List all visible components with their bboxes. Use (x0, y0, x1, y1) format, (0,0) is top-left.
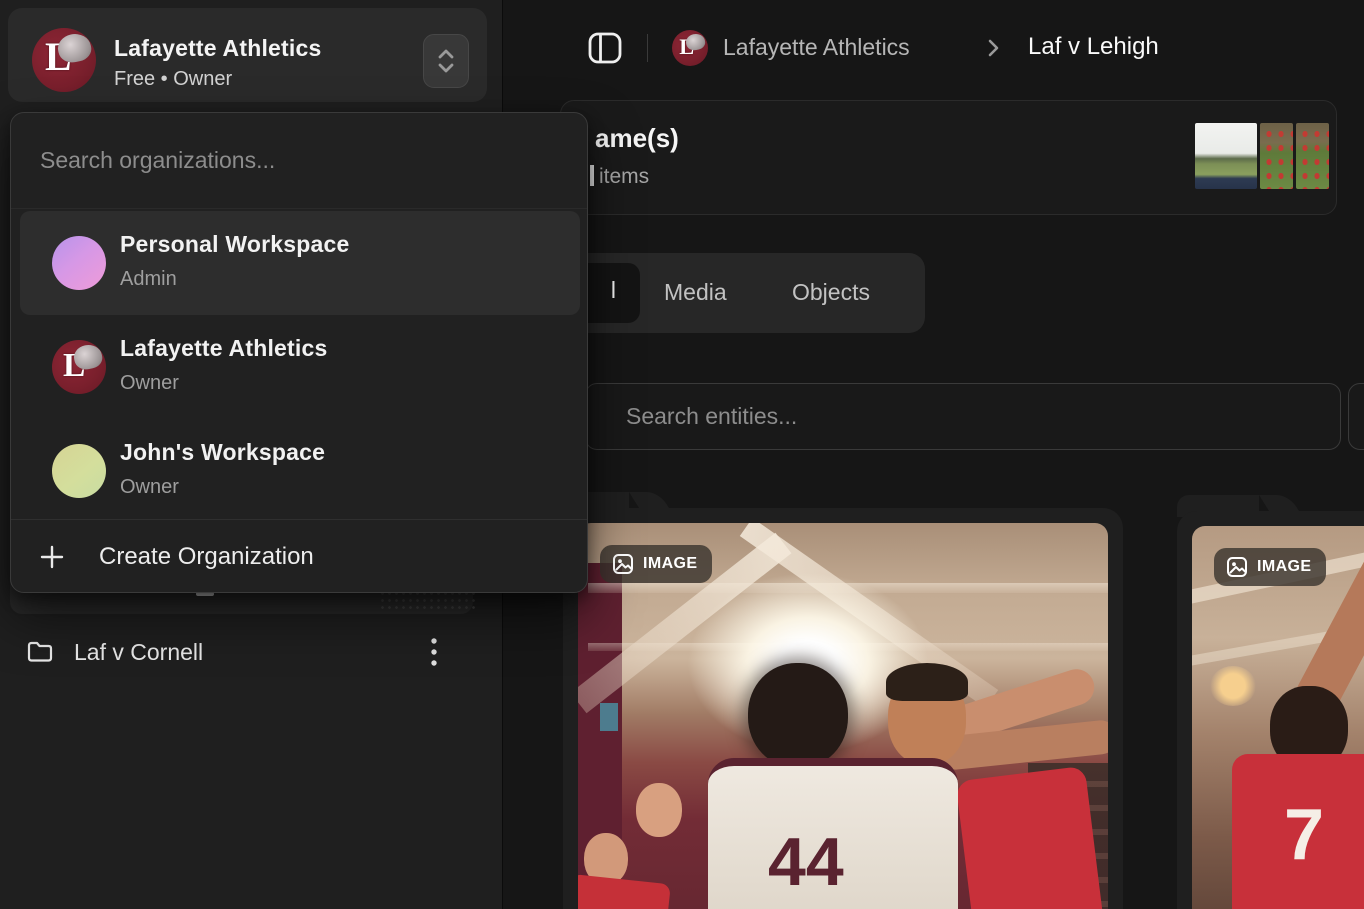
jersey-number-7: 7 (1284, 794, 1324, 876)
card-photo-basketball-dunk: 7 IMAGE (1192, 526, 1364, 909)
org-option-role: Owner (120, 476, 179, 499)
tab-all-label-fragment: l (611, 277, 616, 304)
sidebar-item-laf-v-cornell[interactable]: Laf v Cornell (10, 628, 490, 676)
breadcrumb-org-logo: L (672, 30, 708, 66)
org-option-name: Personal Workspace (120, 231, 349, 258)
panel-left-icon (586, 29, 624, 67)
org-switcher-name: Lafayette Athletics (114, 35, 321, 62)
thumbnail-field-photo (1195, 123, 1257, 189)
sidebar-item-label: Laf v Cornell (74, 639, 203, 666)
thumbnail-players-photo-2 (1296, 123, 1329, 189)
breadcrumb-current: Laf v Lehigh (1028, 33, 1159, 61)
org-option-lafayette-athletics[interactable]: L Lafayette Athletics Owner (20, 315, 580, 419)
filter-button-partial[interactable] (1348, 383, 1364, 450)
image-type-badge: IMAGE (1214, 548, 1326, 586)
folder-title-fragment: ame(s) (595, 123, 679, 154)
org-switcher-dropdown: Personal Workspace Admin L Lafayette Ath… (10, 112, 588, 593)
card-photo-basketball-rebound: 44 IMAGE (578, 523, 1108, 909)
tab-media[interactable]: Media (664, 279, 727, 306)
image-type-badge: IMAGE (600, 545, 712, 583)
org-option-name: Lafayette Athletics (120, 335, 327, 362)
create-organization-button[interactable]: Create Organization (11, 520, 587, 593)
org-option-role: Admin (120, 268, 177, 291)
folder-items-count-fragment: items (599, 165, 649, 189)
jersey-number-44: 44 (768, 823, 844, 901)
topbar-divider (647, 34, 648, 62)
app-screen: L Lafayette Athletics Free • Owner Laf v… (0, 0, 1364, 909)
badge-label: IMAGE (1257, 558, 1311, 576)
lafayette-logo: L (52, 340, 106, 394)
plus-icon (39, 544, 65, 570)
dot-pattern-decoration (379, 590, 475, 612)
org-option-role: Owner (120, 372, 179, 395)
johns-workspace-avatar (52, 444, 106, 498)
tab-objects[interactable]: Objects (792, 279, 870, 306)
org-option-johns-workspace[interactable]: John's Workspace Owner (20, 419, 580, 523)
org-option-personal-workspace[interactable]: Personal Workspace Admin (20, 211, 580, 315)
item-menu-button[interactable] (420, 638, 448, 666)
thumbnail-players-photo (1260, 123, 1293, 189)
entity-search-input[interactable] (585, 383, 1341, 450)
image-icon (1226, 556, 1248, 578)
hidden-count-fragment (590, 165, 594, 186)
breadcrumb-org[interactable]: Lafayette Athletics (723, 34, 910, 61)
image-icon (612, 553, 634, 575)
gym-lamp (1210, 666, 1256, 706)
chevron-expand-icon (437, 48, 455, 74)
lafayette-logo: L (32, 28, 96, 92)
chevron-right-icon (985, 38, 1001, 58)
create-organization-label: Create Organization (99, 543, 314, 571)
org-switcher-plan-role: Free • Owner (114, 68, 232, 91)
org-search-input[interactable] (11, 113, 587, 209)
folder-icon (26, 639, 54, 665)
entity-type-tabs: l Media Objects (558, 253, 925, 333)
sidebar-toggle-button[interactable] (585, 28, 625, 68)
topbar: L Lafayette Athletics Laf v Lehigh (503, 0, 1364, 96)
folder-thumbnails (1195, 123, 1330, 189)
personal-workspace-avatar (52, 236, 106, 290)
org-option-name: John's Workspace (120, 439, 325, 466)
org-switcher-button[interactable]: L Lafayette Athletics Free • Owner (8, 8, 487, 102)
folder-header-card: ame(s) items (560, 100, 1337, 215)
badge-label: IMAGE (643, 555, 697, 573)
org-switcher-expand-button[interactable] (423, 34, 469, 88)
